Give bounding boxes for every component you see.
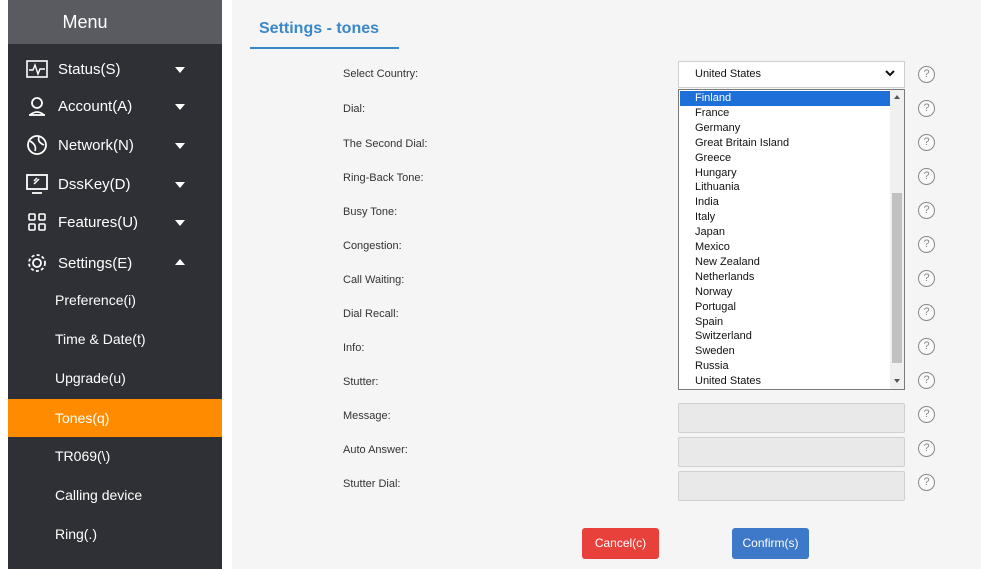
stutter-dial-label: Stutter Dial: [343,478,401,490]
auto-answer-input[interactable] [678,437,905,467]
country-option[interactable]: United States [680,374,890,389]
help-icon[interactable]: ? [918,338,935,355]
sidebar-subitem-tones[interactable]: Tones(q) [8,399,222,437]
call-waiting-label: Call Waiting: [343,274,405,286]
chevron-down-icon [175,67,185,73]
country-option[interactable]: Great Britain Island [680,136,890,151]
country-option[interactable]: Lithuania [680,180,890,195]
account-icon [25,94,49,118]
select-country-dropdown[interactable]: United States [678,61,905,88]
sidebar-item-label: Features(U) [58,213,139,231]
country-option[interactable]: Mexico [680,240,890,255]
country-option[interactable]: Germany [680,121,890,136]
stutter-dial-input[interactable] [678,471,905,501]
help-icon[interactable]: ? [918,270,935,287]
scroll-up-arrow-icon[interactable] [894,95,900,99]
network-icon [25,133,49,157]
dsskey-icon [25,172,49,196]
select-country-value: United States [695,68,762,80]
settings-gear-icon [25,251,49,275]
country-option[interactable]: Switzerland [680,329,890,344]
help-icon[interactable]: ? [918,66,935,83]
country-option[interactable]: Norway [680,285,890,300]
auto-answer-label: Auto Answer: [343,444,408,456]
help-icon[interactable]: ? [918,474,935,491]
sidebar-item-status[interactable]: Status(S) [8,50,222,88]
country-option[interactable]: Portugal [680,300,890,315]
sidebar-subitem-upgrade[interactable]: Upgrade(u) [8,359,222,397]
page-title: Settings - tones [259,20,380,37]
select-country-label: Select Country: [343,68,419,80]
help-icon[interactable]: ? [918,406,935,423]
message-input[interactable] [678,403,905,433]
sidebar-item-features[interactable]: Features(U) [8,203,222,241]
sidebar-item-network[interactable]: Network(N) [8,126,222,164]
country-option[interactable]: Russia [680,359,890,374]
help-icon[interactable]: ? [918,236,935,253]
sidebar-item-label: Account(A) [58,97,133,115]
sidebar-subitem-preference[interactable]: Preference(i) [8,281,222,319]
help-icon[interactable]: ? [918,202,935,219]
chevron-down-icon [175,182,185,188]
busy-tone-label: Busy Tone: [343,206,398,218]
sidebar-item-label: DssKey(D) [58,175,131,193]
sidebar-subitem-tr069[interactable]: TR069(\) [8,437,222,475]
ring-back-tone-label: Ring-Back Tone: [343,172,424,184]
help-icon[interactable]: ? [918,304,935,321]
country-option[interactable]: Finland [680,91,890,106]
congestion-label: Congestion: [343,240,402,252]
country-option[interactable]: Greece [680,151,890,166]
country-option[interactable]: Spain [680,315,890,330]
cancel-button[interactable]: Cancel(c) [582,528,659,559]
scroll-down-arrow-icon[interactable] [894,379,900,383]
chevron-down-icon [175,143,185,149]
message-label: Message: [343,410,391,422]
sidebar-item-label: Settings(E) [58,254,133,272]
country-option[interactable]: Sweden [680,344,890,359]
chevron-down-icon [175,220,185,226]
menu-header: Menu [8,0,222,44]
stutter-label: Stutter: [343,376,379,388]
chevron-down-icon [175,104,185,110]
second-dial-label: The Second Dial: [343,138,428,150]
status-icon [25,57,49,81]
country-option[interactable]: France [680,106,890,121]
sidebar-item-label: Network(N) [58,136,134,154]
sidebar-subitem-time-date[interactable]: Time & Date(t) [8,320,222,358]
help-icon[interactable]: ? [918,100,935,117]
sidebar-item-label: Status(S) [58,60,121,78]
help-icon[interactable]: ? [918,134,935,151]
title-underline [250,47,399,49]
sidebar-subitem-calling-device[interactable]: Calling device [8,476,222,514]
sidebar-item-dsskey[interactable]: DssKey(D) [8,165,222,203]
scroll-thumb[interactable] [892,193,902,363]
dial-recall-label: Dial Recall: [343,308,399,320]
country-option[interactable]: New Zealand [680,255,890,270]
main-panel: Settings - tones Select Country: United … [232,0,981,569]
sidebar-subitem-ring[interactable]: Ring(.) [8,515,222,553]
country-options-list[interactable]: Finland France Germany Great Britain Island… [678,89,905,390]
sidebar-item-account[interactable]: Account(A) [8,87,222,125]
country-option[interactable]: India [680,195,890,210]
help-icon[interactable]: ? [918,440,935,457]
help-icon[interactable]: ? [918,372,935,389]
info-label: Info: [343,342,365,354]
country-option[interactable]: Japan [680,225,890,240]
country-option[interactable]: Italy [680,210,890,225]
chevron-down-icon [885,70,895,77]
chevron-up-icon [175,259,185,265]
country-option[interactable]: Netherlands [680,270,890,285]
confirm-button[interactable]: Confirm(s) [732,528,809,559]
help-icon[interactable]: ? [918,168,935,185]
dial-label: Dial: [343,103,366,115]
scrollbar[interactable] [890,90,904,389]
features-icon [25,210,49,234]
country-option[interactable]: Hungary [680,166,890,181]
sidebar-item-settings[interactable]: Settings(E) [8,244,222,282]
sidebar: Menu Status(S) Account(A) Network(N) Dss… [8,0,222,569]
